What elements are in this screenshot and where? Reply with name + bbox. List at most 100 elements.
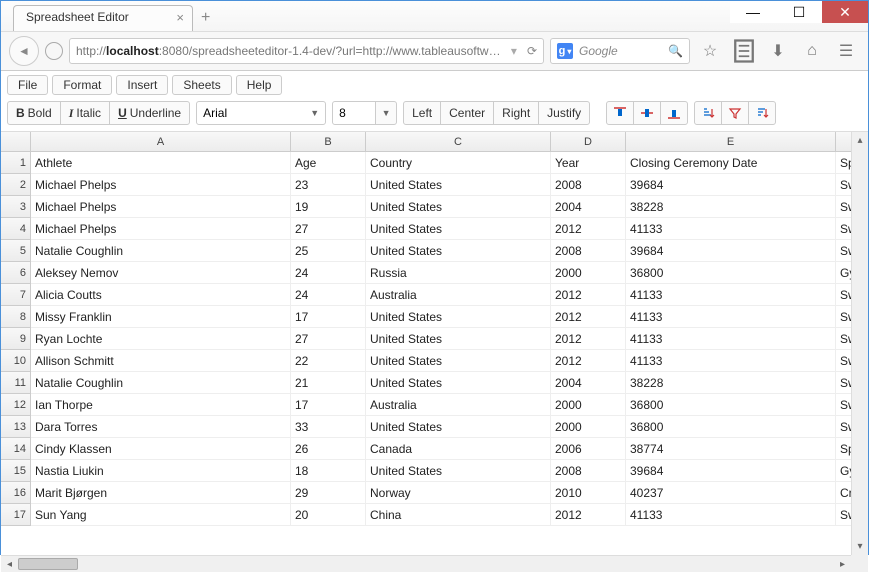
row-header[interactable]: 6 [1, 262, 31, 284]
cell[interactable]: Alicia Coutts [31, 284, 291, 306]
cell[interactable]: 33 [291, 416, 366, 438]
align-right-button[interactable]: Right [493, 101, 539, 125]
cell[interactable]: 2004 [551, 196, 626, 218]
cell[interactable]: Dara Torres [31, 416, 291, 438]
cell[interactable]: 2008 [551, 240, 626, 262]
column-header[interactable]: E [626, 132, 836, 152]
cell[interactable]: 39684 [626, 240, 836, 262]
row-header[interactable]: 7 [1, 284, 31, 306]
scroll-left-icon[interactable]: ◂ [1, 556, 18, 572]
cell[interactable]: 39684 [626, 460, 836, 482]
cell[interactable]: Aleksey Nemov [31, 262, 291, 284]
cell[interactable]: 21 [291, 372, 366, 394]
cell[interactable]: United States [366, 218, 551, 240]
cell[interactable]: 40237 [626, 482, 836, 504]
font-size-dropdown[interactable]: ▼ [375, 101, 397, 125]
cell[interactable]: Missy Franklin [31, 306, 291, 328]
row-header[interactable]: 9 [1, 328, 31, 350]
cell[interactable]: 27 [291, 218, 366, 240]
close-window-button[interactable]: ✕ [822, 1, 868, 23]
spreadsheet-grid[interactable]: ABCDEF1AthleteAgeCountryYearClosing Cere… [1, 132, 868, 526]
column-header[interactable]: B [291, 132, 366, 152]
new-tab-button[interactable]: + [201, 9, 210, 31]
cell[interactable]: 25 [291, 240, 366, 262]
home-icon[interactable]: ⌂ [798, 38, 826, 64]
cell[interactable]: Natalie Coughlin [31, 240, 291, 262]
downloads-icon[interactable]: ⬇ [764, 38, 792, 64]
cell[interactable]: Sun Yang [31, 504, 291, 526]
italic-button[interactable]: IItalic [60, 101, 110, 125]
cell[interactable]: 2004 [551, 372, 626, 394]
underline-button[interactable]: UUnderline [109, 101, 190, 125]
site-identity-icon[interactable] [45, 42, 63, 60]
valign-middle-button[interactable] [633, 101, 661, 125]
cell[interactable]: 24 [291, 262, 366, 284]
cell[interactable]: United States [366, 306, 551, 328]
column-header[interactable]: D [551, 132, 626, 152]
cell[interactable]: United States [366, 350, 551, 372]
search-icon[interactable]: 🔍 [668, 44, 683, 58]
cell[interactable]: Canada [366, 438, 551, 460]
menu-format[interactable]: Format [52, 75, 112, 95]
cell[interactable]: China [366, 504, 551, 526]
horizontal-scrollbar[interactable]: ◂ ▸ [1, 555, 851, 572]
cell[interactable]: Australia [366, 394, 551, 416]
search-input[interactable]: g▾ Google 🔍 [550, 38, 690, 64]
cell[interactable]: Australia [366, 284, 551, 306]
cell[interactable]: Michael Phelps [31, 174, 291, 196]
refresh-icon[interactable]: ⟳ [521, 44, 537, 58]
hscroll-thumb[interactable] [18, 558, 78, 570]
cell[interactable]: 36800 [626, 416, 836, 438]
row-header[interactable]: 15 [1, 460, 31, 482]
cell[interactable]: Allison Schmitt [31, 350, 291, 372]
cell[interactable]: 17 [291, 306, 366, 328]
sort-desc-button[interactable] [748, 101, 776, 125]
cell[interactable]: Marit Bjørgen [31, 482, 291, 504]
cell[interactable]: United States [366, 372, 551, 394]
row-header[interactable]: 10 [1, 350, 31, 372]
row-header[interactable]: 3 [1, 196, 31, 218]
cell[interactable]: United States [366, 460, 551, 482]
scroll-up-icon[interactable]: ▴ [852, 132, 868, 149]
cell[interactable]: Russia [366, 262, 551, 284]
cell[interactable]: 2008 [551, 460, 626, 482]
cell[interactable]: 2012 [551, 350, 626, 372]
cell[interactable]: 2008 [551, 174, 626, 196]
cell[interactable]: 2012 [551, 284, 626, 306]
column-header[interactable]: C [366, 132, 551, 152]
cell[interactable]: 2000 [551, 262, 626, 284]
cell[interactable]: 38774 [626, 438, 836, 460]
row-header[interactable]: 12 [1, 394, 31, 416]
cell[interactable]: United States [366, 196, 551, 218]
row-header[interactable]: 11 [1, 372, 31, 394]
browser-tab[interactable]: Spreadsheet Editor × [13, 5, 193, 31]
minimize-button[interactable]: — [730, 1, 776, 23]
align-left-button[interactable]: Left [403, 101, 441, 125]
close-tab-icon[interactable]: × [176, 10, 184, 25]
url-input[interactable]: http://localhost:8080/spreadsheeteditor-… [69, 38, 544, 64]
row-header[interactable]: 13 [1, 416, 31, 438]
cell[interactable]: Nastia Liukin [31, 460, 291, 482]
cell[interactable]: 2010 [551, 482, 626, 504]
cell[interactable]: United States [366, 174, 551, 196]
bookmark-star-icon[interactable]: ☆ [696, 38, 724, 64]
cell[interactable]: Cindy Klassen [31, 438, 291, 460]
filter-button[interactable] [721, 101, 749, 125]
cell[interactable]: Michael Phelps [31, 196, 291, 218]
cell[interactable]: 22 [291, 350, 366, 372]
search-engine-icon[interactable]: g▾ [557, 43, 573, 59]
maximize-button[interactable]: ☐ [776, 1, 822, 23]
cell[interactable]: 2012 [551, 306, 626, 328]
cell[interactable]: Natalie Coughlin [31, 372, 291, 394]
select-all-corner[interactable] [1, 132, 31, 152]
cell[interactable]: 41133 [626, 306, 836, 328]
cell[interactable]: 41133 [626, 284, 836, 306]
cell[interactable]: United States [366, 416, 551, 438]
cell[interactable]: Closing Ceremony Date [626, 152, 836, 174]
cell[interactable]: 36800 [626, 394, 836, 416]
cell[interactable]: 27 [291, 328, 366, 350]
cell[interactable]: 38228 [626, 372, 836, 394]
scroll-down-icon[interactable]: ▾ [852, 538, 868, 555]
column-header[interactable]: A [31, 132, 291, 152]
cell[interactable]: 2012 [551, 504, 626, 526]
